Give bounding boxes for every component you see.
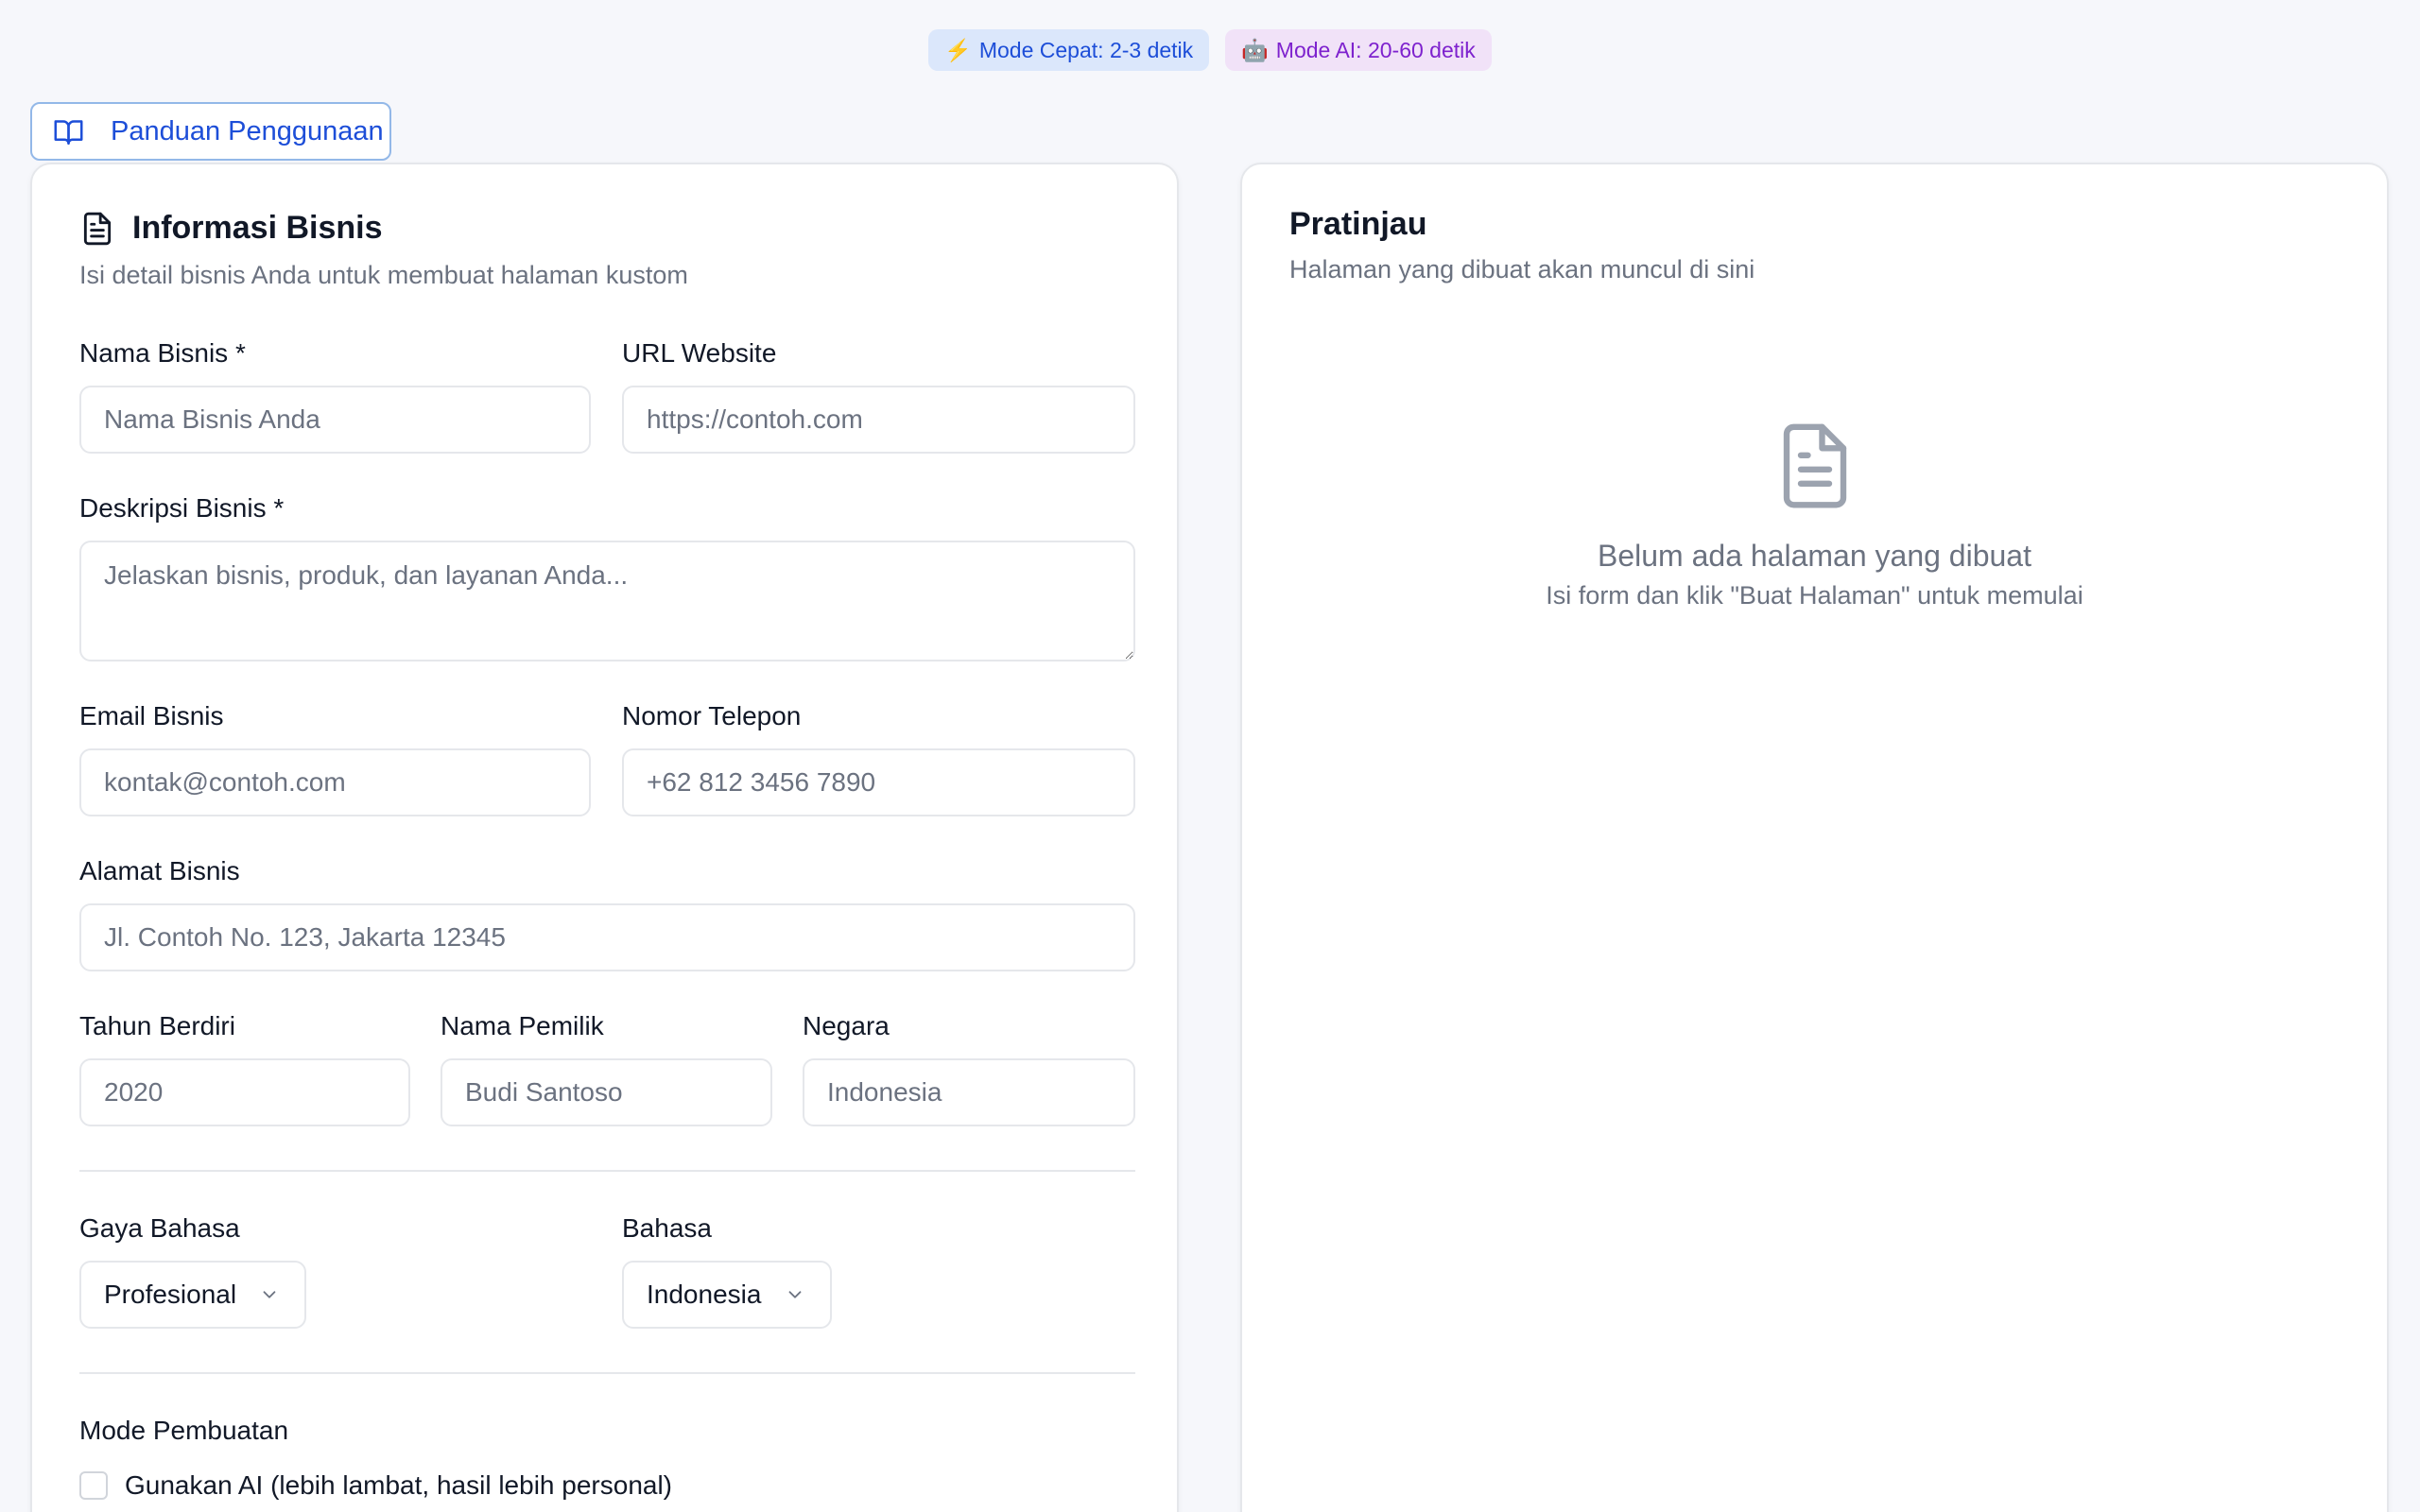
- preview-title: Pratinjau: [1289, 206, 1427, 242]
- website-url-label: URL Website: [622, 338, 777, 368]
- robot-icon: 🤖: [1241, 37, 1269, 62]
- use-ai-checkbox[interactable]: [79, 1471, 108, 1500]
- tone-label: Gaya Bahasa: [79, 1213, 240, 1243]
- business-info-title: Informasi Bisnis: [132, 210, 383, 246]
- document-icon: [83, 212, 112, 245]
- business-info-subtitle: Isi detail bisnis Anda untuk membuat hal…: [79, 261, 688, 289]
- phone-number-input[interactable]: [622, 748, 1135, 816]
- empty-state-title: Belum ada halaman yang dibuat: [1598, 539, 2031, 573]
- preview-card: Pratinjau Halaman yang dibuat akan muncu…: [1240, 163, 2389, 1512]
- business-name-input[interactable]: [79, 386, 591, 454]
- website-url-input[interactable]: [622, 386, 1135, 454]
- preview-subtitle: Halaman yang dibuat akan muncul di sini: [1289, 255, 1755, 284]
- page: ⚡ Mode Cepat: 2-3 detik 🤖 Mode AI: 20-60…: [0, 0, 2420, 1512]
- preview-empty-state: Belum ada halaman yang dibuat Isi form d…: [1242, 420, 2387, 610]
- business-name-label: Nama Bisnis *: [79, 338, 246, 368]
- business-info-heading: Informasi Bisnis: [79, 210, 383, 247]
- chevron-down-icon: [788, 1291, 802, 1298]
- phone-number-label: Nomor Telepon: [622, 701, 802, 730]
- country-label: Negara: [803, 1011, 890, 1040]
- business-email-label: Email Bisnis: [79, 701, 224, 730]
- owner-name-label: Nama Pemilik: [441, 1011, 604, 1040]
- country-input[interactable]: [803, 1058, 1135, 1126]
- lightning-icon: ⚡: [944, 37, 972, 62]
- business-info-card: Informasi Bisnis Isi detail bisnis Anda …: [30, 163, 1179, 1512]
- fast-mode-badge: ⚡ Mode Cepat: 2-3 detik: [928, 29, 1210, 71]
- mode-badges: ⚡ Mode Cepat: 2-3 detik 🤖 Mode AI: 20-60…: [0, 29, 2420, 71]
- ai-mode-label: Mode AI: 20-60 detik: [1275, 37, 1476, 62]
- usage-guide-button[interactable]: Panduan Penggunaan: [30, 102, 391, 161]
- founded-year-input[interactable]: [79, 1058, 410, 1126]
- business-description-label: Deskripsi Bisnis *: [79, 493, 285, 523]
- owner-name-input[interactable]: [441, 1058, 772, 1126]
- language-select[interactable]: Indonesia: [622, 1261, 832, 1329]
- business-description-textarea[interactable]: [79, 541, 1135, 662]
- tone-select[interactable]: Profesional: [79, 1261, 306, 1329]
- fast-mode-label: Mode Cepat: 2-3 detik: [978, 37, 1194, 62]
- empty-state-subtitle: Isi form dan klik "Buat Halaman" untuk m…: [1546, 581, 2083, 610]
- generation-mode-label: Mode Pembuatan: [79, 1416, 289, 1445]
- founded-year-label: Tahun Berdiri: [79, 1011, 235, 1040]
- use-ai-checkbox-label: Gunakan AI (lebih lambat, hasil lebih pe…: [125, 1470, 673, 1500]
- tone-selected-value: Profesional: [104, 1280, 237, 1309]
- language-selected-value: Indonesia: [647, 1280, 762, 1309]
- language-label: Bahasa: [622, 1213, 712, 1243]
- chevron-down-icon: [263, 1291, 276, 1298]
- use-ai-option[interactable]: Gunakan AI (lebih lambat, hasil lebih pe…: [79, 1470, 672, 1501]
- ai-mode-badge: 🤖 Mode AI: 20-60 detik: [1225, 29, 1492, 71]
- business-address-input[interactable]: [79, 903, 1135, 971]
- section-divider: [79, 1170, 1135, 1172]
- usage-guide-label: Panduan Penggunaan: [111, 115, 384, 146]
- section-divider: [79, 1372, 1135, 1374]
- book-open-icon: [54, 119, 83, 145]
- business-address-label: Alamat Bisnis: [79, 856, 240, 885]
- business-email-input[interactable]: [79, 748, 591, 816]
- document-icon: [1783, 423, 1846, 508]
